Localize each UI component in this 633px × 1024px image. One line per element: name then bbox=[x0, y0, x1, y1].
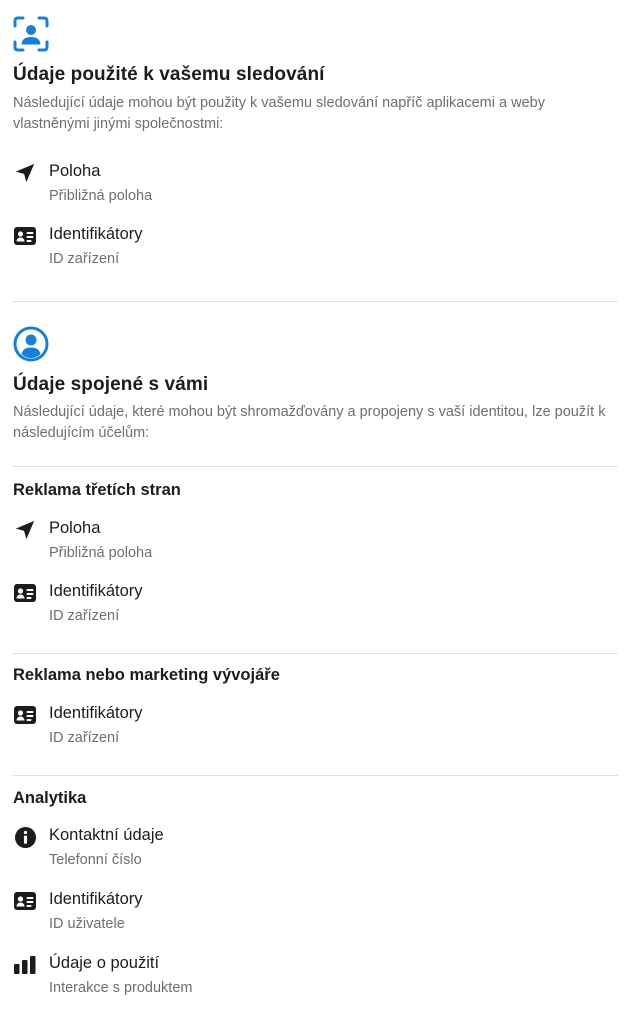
group-divider bbox=[13, 775, 618, 776]
item-detail: ID zařízení bbox=[49, 608, 120, 624]
id-card-icon bbox=[13, 889, 37, 913]
id-card-icon bbox=[13, 224, 37, 248]
item-detail: Přibližná poloha bbox=[49, 545, 153, 561]
group-heading-third-party-ads: Reklama třetích stran bbox=[13, 481, 181, 499]
info-circle-icon bbox=[13, 825, 37, 849]
privacy-details-page: Údaje použité k vašemu sledování Následu… bbox=[0, 0, 633, 1024]
item-label: Poloha bbox=[49, 519, 101, 537]
section-divider bbox=[13, 301, 618, 302]
item-detail: Interakce s produktem bbox=[49, 980, 193, 996]
item-label: Kontaktní údaje bbox=[49, 826, 164, 844]
group-heading-analytics: Analytika bbox=[13, 789, 87, 807]
item-label: Identifikátory bbox=[49, 225, 143, 243]
group-divider bbox=[13, 653, 618, 654]
linked-item-contact-info: Kontaktní údaje Telefonní číslo bbox=[13, 825, 613, 877]
linked-description: Následující údaje, které mohou být shrom… bbox=[13, 404, 606, 441]
item-detail: ID zařízení bbox=[49, 251, 120, 267]
linked-item-identifiers: Identifikátory ID zařízení bbox=[13, 703, 613, 755]
id-card-icon bbox=[13, 703, 37, 727]
item-label: Identifikátory bbox=[49, 582, 143, 600]
item-label: Poloha bbox=[49, 162, 101, 180]
item-detail: ID uživatele bbox=[49, 916, 125, 932]
location-arrow-icon bbox=[13, 161, 37, 185]
location-arrow-icon bbox=[13, 518, 37, 542]
bar-chart-icon bbox=[13, 953, 37, 977]
linked-item-identifiers: Identifikátory ID zařízení bbox=[13, 581, 613, 633]
person-circle-icon bbox=[13, 326, 49, 367]
group-heading-developer-marketing: Reklama nebo marketing vývojáře bbox=[13, 666, 280, 684]
item-detail: Telefonní číslo bbox=[49, 852, 142, 868]
linked-item-identifiers: Identifikátory ID uživatele bbox=[13, 889, 613, 941]
tracking-item-location: Poloha Přibližná poloha bbox=[13, 161, 613, 213]
tracking-description: Následující údaje mohou být použity k va… bbox=[13, 95, 545, 132]
linked-item-location: Poloha Přibližná poloha bbox=[13, 518, 613, 570]
item-label: Identifikátory bbox=[49, 890, 143, 908]
tracking-title: Údaje použité k vašemu sledování bbox=[13, 64, 325, 85]
item-detail: Přibližná poloha bbox=[49, 188, 153, 204]
item-label: Údaje o použití bbox=[49, 954, 160, 972]
item-detail: ID zařízení bbox=[49, 730, 120, 746]
face-scan-icon bbox=[13, 16, 49, 57]
linked-item-usage-data: Údaje o použití Interakce s produktem bbox=[13, 953, 613, 1005]
tracking-item-identifiers: Identifikátory ID zařízení bbox=[13, 224, 613, 276]
item-label: Identifikátory bbox=[49, 704, 143, 722]
id-card-icon bbox=[13, 581, 37, 605]
group-divider bbox=[13, 466, 618, 467]
linked-title: Údaje spojené s vámi bbox=[13, 374, 209, 395]
